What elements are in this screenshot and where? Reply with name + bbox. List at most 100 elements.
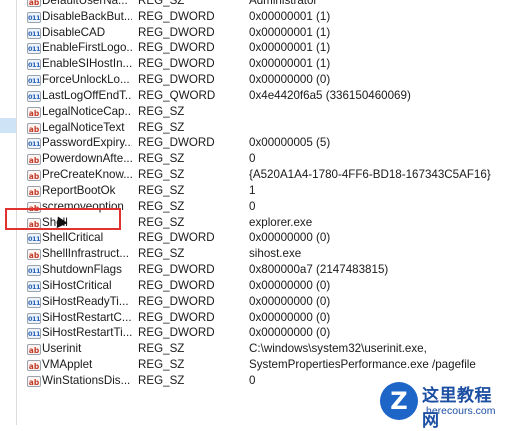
value-name: WinStationsDis... — [42, 373, 131, 387]
value-data: 0x800000a7 (2147483815) — [249, 263, 389, 277]
value-name: ShellCritical — [42, 231, 104, 245]
value-name: EnableSIHostIn... — [42, 57, 132, 71]
value-type: REG_DWORD — [138, 326, 215, 340]
value-type: REG_DWORD — [138, 310, 215, 324]
binary-value-icon: 011 — [27, 59, 41, 71]
value-type: REG_SZ — [138, 373, 185, 387]
value-type: REG_SZ — [138, 342, 185, 356]
value-type: REG_DWORD — [138, 9, 215, 23]
value-data: 0 — [249, 199, 256, 213]
value-data: 0x00000001 (1) — [249, 25, 331, 39]
value-name: LastLogOffEndT... — [42, 88, 132, 102]
binary-value-icon: 011 — [27, 11, 41, 23]
value-name: SiHostCritical — [42, 278, 112, 292]
value-data: 0x00000000 (0) — [249, 310, 331, 324]
value-name: EnableFirstLogo... — [42, 41, 132, 55]
registry-values-list[interactable]: ab DefaultUserNa... REG_SZ Administrator 011… — [21, 0, 509, 390]
value-name: ShutdownFlags — [42, 263, 122, 277]
value-type: REG_SZ — [138, 183, 185, 197]
value-data: C:\windows\system32\userinit.exe, — [249, 342, 427, 356]
binary-value-icon: 011 — [27, 233, 41, 245]
registry-value-row[interactable]: 011 DisableBackBut... REG_DWORD 0x00000001 … — [21, 10, 509, 26]
registry-value-row[interactable]: ab ShellInfrastruct... REG_SZ sihost.exe — [21, 247, 509, 263]
value-data: SystemPropertiesPerformance.exe /pagefil… — [249, 358, 476, 372]
binary-value-icon: 011 — [27, 280, 41, 292]
value-type: REG_SZ — [138, 199, 185, 213]
string-value-icon: ab — [27, 170, 41, 182]
binary-value-icon: 011 — [27, 27, 41, 39]
value-type: REG_SZ — [138, 358, 185, 372]
registry-value-row[interactable]: 011 ShellCritical REG_DWORD 0x00000000 (0) — [21, 231, 509, 247]
registry-value-row[interactable]: ab LegalNoticeText REG_SZ — [21, 121, 509, 137]
registry-value-row[interactable]: 011 DisableCAD REG_DWORD 0x00000001 (1) — [21, 26, 509, 42]
value-type: REG_SZ — [138, 104, 185, 118]
registry-value-row[interactable]: 011 LastLogOffEndT... REG_QWORD 0x4e4420f6a… — [21, 89, 509, 105]
string-value-icon: ab — [27, 344, 41, 356]
string-value-icon: ab — [27, 106, 41, 118]
binary-value-icon: 011 — [27, 75, 41, 87]
value-data: 0x4e4420f6a5 (336150460069) — [249, 88, 411, 102]
value-type: REG_SZ — [138, 152, 185, 166]
value-data: Administrator — [249, 0, 318, 7]
registry-value-row[interactable]: 011 EnableFirstLogo... REG_DWORD 0x00000001… — [21, 41, 509, 57]
value-name: DefaultUserNa... — [42, 0, 128, 7]
registry-value-row[interactable]: 011 ForceUnlockLo... REG_DWORD 0x00000000 (… — [21, 73, 509, 89]
value-data: sihost.exe — [249, 247, 302, 261]
binary-value-icon: 011 — [27, 265, 41, 277]
value-data: explorer.exe — [249, 215, 313, 229]
value-type: REG_SZ — [138, 247, 185, 261]
registry-value-row[interactable]: 011 EnableSIHostIn... REG_DWORD 0x00000001 … — [21, 57, 509, 73]
registry-value-row[interactable]: ab VMApplet REG_SZ SystemPropertiesPerforma… — [21, 358, 509, 374]
string-value-icon: ab — [27, 360, 41, 372]
registry-value-row[interactable]: 011 ShutdownFlags REG_DWORD 0x800000a7 (214… — [21, 263, 509, 279]
value-type: REG_DWORD — [138, 57, 215, 71]
registry-value-row[interactable]: 011 SiHostRestartC... REG_DWORD 0x00000000 … — [21, 311, 509, 327]
value-type: REG_SZ — [138, 168, 185, 182]
value-name: DisableBackBut... — [42, 9, 132, 23]
value-name: PasswordExpiry... — [42, 136, 132, 150]
value-type: REG_SZ — [138, 215, 185, 229]
value-data: 0x00000001 (1) — [249, 9, 331, 23]
value-name: SiHostRestartTi... — [42, 326, 132, 340]
value-data: {A520A1A4-1780-4FF6-BD18-167343C5AF16} — [249, 168, 491, 182]
registry-value-row[interactable]: 011 SiHostCritical REG_DWORD 0x00000000 (0) — [21, 279, 509, 295]
registry-value-row[interactable]: ab LegalNoticeCap... REG_SZ — [21, 105, 509, 121]
registry-value-row[interactable]: ab PowerdownAfte... REG_SZ 0 — [21, 152, 509, 168]
registry-value-row[interactable]: ab PreCreateKnow... REG_SZ {A520A1A4-1780-4… — [21, 168, 509, 184]
registry-value-row[interactable]: 011 SiHostReadyTi... REG_DWORD 0x00000000 (… — [21, 295, 509, 311]
value-type: REG_DWORD — [138, 25, 215, 39]
value-data: 0x00000001 (1) — [249, 57, 331, 71]
value-type: REG_DWORD — [138, 41, 215, 55]
value-type: REG_DWORD — [138, 294, 215, 308]
string-value-icon: ab — [27, 375, 41, 387]
binary-value-icon: 011 — [27, 90, 41, 102]
string-value-icon: ab — [27, 185, 41, 197]
binary-value-icon: 011 — [27, 328, 41, 340]
binary-value-icon: 011 — [27, 312, 41, 324]
string-value-icon: ab — [27, 0, 41, 7]
registry-value-row[interactable]: ab ReportBootOk REG_SZ 1 — [21, 184, 509, 200]
value-type: REG_DWORD — [138, 136, 215, 150]
registry-value-row[interactable]: 011 SiHostRestartTi... REG_DWORD 0x00000000… — [21, 326, 509, 342]
tree-selection-marker — [0, 118, 16, 133]
value-name: SiHostRestartC... — [42, 310, 132, 324]
value-name: ReportBootOk — [42, 183, 116, 197]
value-name: PreCreateKnow... — [42, 168, 132, 182]
value-name: SiHostReadyTi... — [42, 294, 129, 308]
string-value-icon: ab — [27, 249, 41, 261]
value-name: DisableCAD — [42, 25, 106, 39]
registry-value-row[interactable]: ab DefaultUserNa... REG_SZ Administrator — [21, 0, 509, 10]
value-type: REG_DWORD — [138, 231, 215, 245]
registry-value-row[interactable]: ab Userinit REG_SZ C:\windows\system32\user… — [21, 342, 509, 358]
value-type: REG_SZ — [138, 0, 185, 7]
value-data: 0x00000005 (5) — [249, 136, 331, 150]
value-name: PowerdownAfte... — [42, 152, 132, 166]
watermark-subtitle: herecours.com — [426, 405, 496, 417]
value-data: 0x00000001 (1) — [249, 41, 331, 55]
binary-value-icon: 011 — [27, 138, 41, 150]
watermark-logo-icon: Z — [380, 382, 418, 420]
registry-value-row[interactable]: 011 PasswordExpiry... REG_DWORD 0x00000005 … — [21, 136, 509, 152]
value-name: LegalNoticeCap... — [42, 104, 132, 118]
binary-value-icon: 011 — [27, 296, 41, 308]
value-data: 0 — [249, 152, 256, 166]
